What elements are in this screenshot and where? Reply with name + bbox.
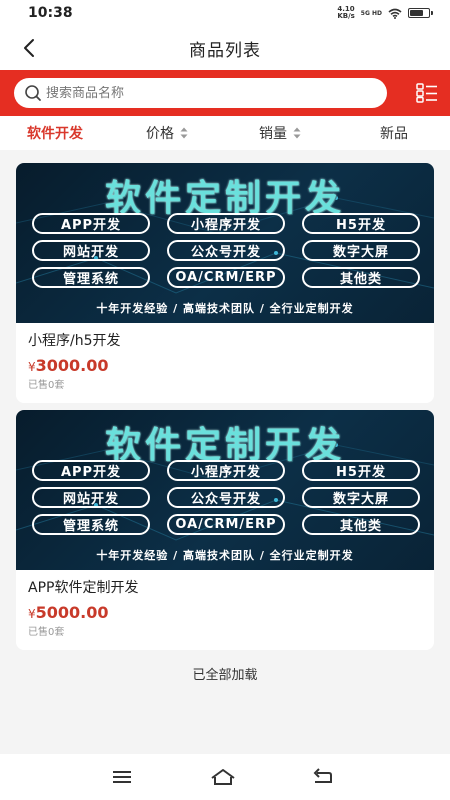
list-end-text: 已全部加载 [192,668,258,683]
filter-tab-sales[interactable]: 销量 [259,123,301,143]
network-type: 5G HD [360,9,382,17]
product-sold-count: 已售0套 [28,627,65,638]
list-view-icon[interactable] [416,83,438,103]
banner-service-pill: OA/CRM/ERP [167,267,285,288]
product-banner-image: 软件定制开发 APP开发 小程序开发 H5开发 网站开发 公众号开发 数字大屏 … [16,410,434,570]
product-name: 小程序/h5开发 [28,333,121,349]
filter-tab-label: 销量 [259,126,287,142]
menu-icon[interactable] [111,767,133,787]
price-currency: ¥ [28,607,36,621]
filter-tab-price[interactable]: 价格 [146,123,188,143]
filter-tab-new[interactable]: 新品 [380,123,408,143]
product-sold-count: 已售0套 [28,380,65,391]
banner-service-pill: 其他类 [302,267,420,288]
search-icon [25,85,41,101]
banner-tagline: 十年开发经验 / 高端技术团队 / 全行业定制开发 [96,549,354,562]
wifi-icon [388,8,402,19]
banner-service-pill: APP开发 [32,213,150,234]
search-bar [0,70,450,116]
banner-service-pill: H5开发 [302,213,420,234]
filter-tab-label: 软件开发 [27,126,83,142]
banner-service-pill: 其他类 [302,514,420,535]
banner-service-pill: 小程序开发 [167,213,285,234]
banner-service-pill: 网站开发 [32,240,150,261]
filter-bar: 软件开发 价格 销量 新品 [0,116,450,150]
status-indicators: 4.10 KB/s 5G HD [337,6,433,20]
network-speed: 4.10 KB/s [337,6,354,20]
banner-services: APP开发 小程序开发 H5开发 网站开发 公众号开发 数字大屏 管理系统 OA… [32,460,420,535]
banner-service-pill: 公众号开发 [167,240,285,261]
sort-icon [180,127,188,139]
product-card[interactable]: 软件定制开发 APP开发 小程序开发 H5开发 网站开发 公众号开发 数字大屏 … [16,163,434,403]
back-icon[interactable] [311,767,333,787]
product-name: APP软件定制开发 [28,580,139,596]
status-bar: 10:38 4.10 KB/s 5G HD [0,0,450,26]
banner-service-pill: 数字大屏 [302,487,420,508]
banner-service-pill: 数字大屏 [302,240,420,261]
nav-bar: 商品列表 [0,26,450,70]
banner-service-pill: APP开发 [32,460,150,481]
search-input[interactable] [46,85,366,101]
banner-service-pill: 公众号开发 [167,487,285,508]
search-box[interactable] [14,78,387,108]
network-speed-unit: KB/s [337,12,355,20]
product-info: 小程序/h5开发 ¥3000.00 已售0套 [16,323,434,403]
chevron-left-icon[interactable] [18,36,42,60]
banner-service-pill: OA/CRM/ERP [167,514,285,535]
banner-tagline: 十年开发经验 / 高端技术团队 / 全行业定制开发 [96,302,354,315]
product-price: ¥5000.00 [28,602,422,624]
page-title: 商品列表 [189,40,261,61]
sort-icon [293,127,301,139]
status-time: 10:38 [28,5,73,21]
product-card[interactable]: 软件定制开发 APP开发 小程序开发 H5开发 网站开发 公众号开发 数字大屏 … [16,410,434,650]
price-value: 5000.00 [35,603,109,622]
price-value: 3000.00 [35,356,109,375]
banner-service-pill: 管理系统 [32,267,150,288]
banner-service-pill: H5开发 [302,460,420,481]
system-nav-bar [0,754,450,800]
battery-icon [408,8,433,18]
price-currency: ¥ [28,360,36,374]
filter-tab-label: 价格 [146,126,174,142]
banner-service-pill: 小程序开发 [167,460,285,481]
banner-services: APP开发 小程序开发 H5开发 网站开发 公众号开发 数字大屏 管理系统 OA… [32,213,420,288]
battery-level-fill [410,10,423,16]
filter-tab-category[interactable]: 软件开发 [27,123,83,143]
banner-service-pill: 网站开发 [32,487,150,508]
banner-service-pill: 管理系统 [32,514,150,535]
product-price: ¥3000.00 [28,355,422,377]
home-icon[interactable] [210,767,236,787]
filter-tab-label: 新品 [380,126,408,142]
product-info: APP软件定制开发 ¥5000.00 已售0套 [16,570,434,650]
product-banner-image: 软件定制开发 APP开发 小程序开发 H5开发 网站开发 公众号开发 数字大屏 … [16,163,434,323]
